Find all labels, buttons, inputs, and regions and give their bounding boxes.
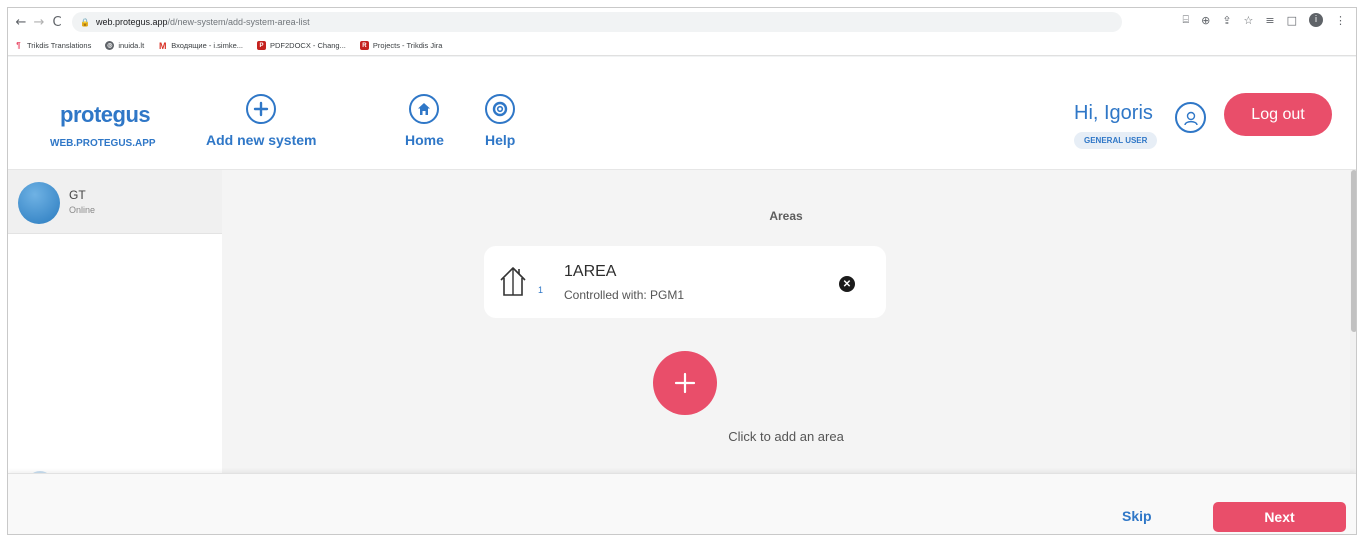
system-list-item[interactable]: GT Online: [8, 170, 222, 234]
area-number: 1: [538, 285, 544, 295]
page-title: Areas: [769, 209, 803, 223]
zoom-icon[interactable]: ⊕: [1201, 14, 1210, 27]
user-role-badge: GENERAL USER: [1074, 132, 1158, 149]
system-avatar: [18, 182, 60, 224]
nav-add-system-label: Add new system: [206, 132, 317, 148]
system-name: GT: [69, 188, 86, 202]
scrollbar-thumb[interactable]: [1351, 170, 1356, 332]
area-name: 1AREA: [564, 263, 617, 280]
jira-icon: R: [359, 41, 369, 50]
skip-button[interactable]: Skip: [1122, 508, 1152, 524]
translate-icon[interactable]: ⌸: [1182, 13, 1189, 27]
bookmark-label: Projects - Trikdis Jira: [372, 41, 443, 50]
areas-panel: Areas 1 1AREA Controlled with: PGM1 ✕ Cl…: [222, 170, 1350, 480]
next-button[interactable]: Next: [1213, 502, 1346, 532]
nav-add-system[interactable]: Add new system: [206, 94, 316, 148]
share-icon[interactable]: ⇪: [1222, 14, 1231, 27]
app-header: protegus WEB.PROTEGUS.APP Add new system…: [8, 57, 1356, 170]
bookmark-item[interactable]: ◎ inuida.lt: [105, 41, 144, 50]
bookmark-label: Входящие - i.simke...: [171, 41, 243, 50]
bookmark-item[interactable]: P PDF2DOCX - Chang...: [257, 41, 346, 50]
bookmark-label: PDF2DOCX - Chang...: [270, 41, 346, 50]
home-icon: [409, 94, 440, 124]
lock-icon: 🔒: [80, 17, 90, 27]
wizard-footer: Skip Next: [8, 473, 1356, 534]
plus-icon: [674, 372, 696, 394]
profile-icon[interactable]: i: [1309, 13, 1323, 27]
system-status: Online: [69, 205, 96, 215]
plus-circle-icon: [246, 94, 277, 124]
area-controlled-with: Controlled with: PGM1: [564, 288, 685, 302]
pdf-icon: P: [257, 41, 266, 50]
forward-icon[interactable]: →: [30, 13, 48, 31]
user-profile-icon[interactable]: [1175, 102, 1206, 133]
translations-icon: ¶: [16, 41, 21, 50]
address-bar[interactable]: 🔒 web.protegus.app /d/new-system/add-sys…: [72, 12, 1122, 32]
bookmark-item[interactable]: M Входящие - i.simke...: [158, 40, 243, 51]
url-host: web.protegus.app: [95, 17, 168, 27]
bookmarks-bar: ¶ Trikdis Translations ◎ inuida.lt M Вхо…: [8, 36, 1356, 56]
bookmark-label: Trikdis Translations: [27, 41, 92, 50]
nav-help[interactable]: Help: [485, 94, 515, 148]
scrollbar[interactable]: [1350, 170, 1356, 480]
logout-button[interactable]: Log out: [1224, 93, 1332, 136]
browser-toolbar: ← → C 🔒 web.protegus.app /d/new-system/a…: [8, 8, 1356, 36]
reading-list-icon[interactable]: ≡: [1265, 14, 1274, 27]
browser-actions: ⌸ ⊕ ⇪ ☆ ≡ □ i ⋮: [1182, 13, 1346, 27]
app-logo[interactable]: protegus: [60, 102, 151, 128]
star-icon[interactable]: ☆: [1244, 14, 1254, 27]
reload-icon[interactable]: C: [48, 13, 66, 31]
area-card[interactable]: 1 1AREA Controlled with: PGM1 ✕: [484, 246, 886, 318]
gmail-icon: M: [158, 40, 167, 51]
url-path: /d/new-system/add-system-area-list: [167, 17, 310, 27]
remove-area-button[interactable]: ✕: [839, 276, 855, 292]
bookmark-item[interactable]: ¶ Trikdis Translations: [14, 41, 91, 50]
nav-home-label: Home: [405, 132, 444, 148]
side-panel-icon[interactable]: □: [1287, 14, 1297, 27]
house-icon: [500, 267, 526, 296]
add-area-label: Click to add an area: [728, 429, 844, 444]
user-greeting: Hi, Igoris: [1074, 102, 1153, 124]
nav-home[interactable]: Home: [405, 94, 444, 148]
back-icon[interactable]: ←: [12, 13, 30, 31]
menu-icon[interactable]: ⋮: [1335, 14, 1346, 27]
globe-icon: ◎: [105, 41, 115, 50]
bookmark-item[interactable]: R Projects - Trikdis Jira: [359, 41, 443, 50]
lifebuoy-icon: [485, 94, 516, 124]
app-domain: WEB.PROTEGUS.APP: [50, 138, 156, 149]
add-area-button[interactable]: [653, 351, 717, 415]
bookmark-label: inuida.lt: [118, 41, 145, 50]
systems-sidebar: GT Online: [8, 170, 222, 499]
browser-window: ← → C 🔒 web.protegus.app /d/new-system/a…: [7, 7, 1357, 535]
nav-help-label: Help: [485, 132, 516, 148]
